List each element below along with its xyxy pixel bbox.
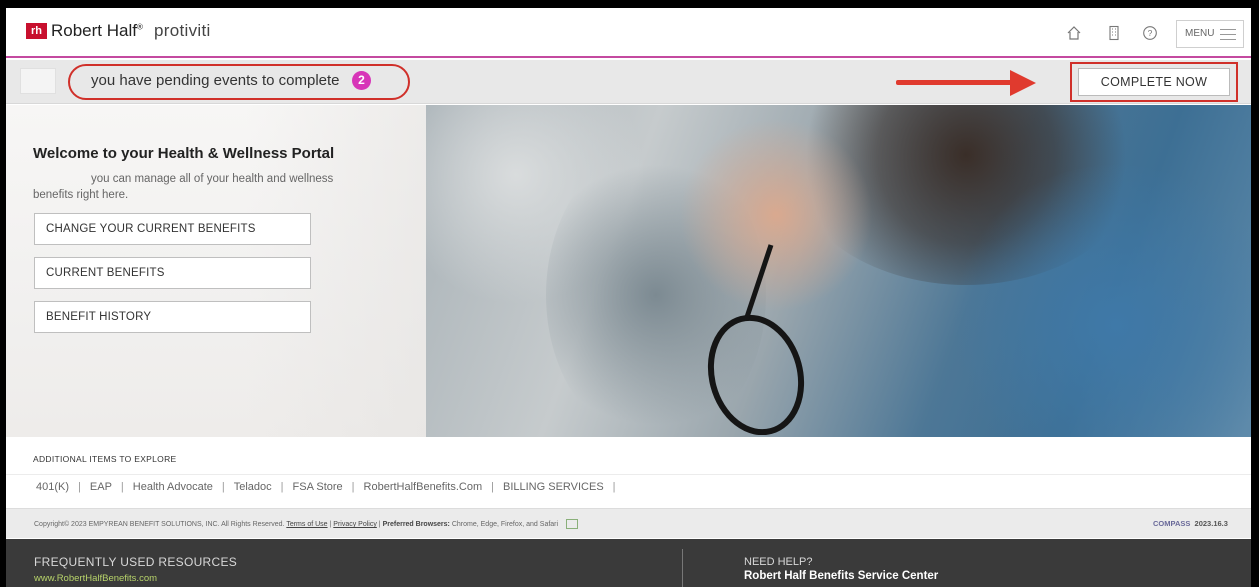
preferred-browsers-label: Preferred Browsers:: [382, 520, 450, 528]
app-frame: rh Robert Half® protiviti ? MENU you hav…: [0, 0, 1259, 587]
link-billing-services[interactable]: BILLING SERVICES: [503, 481, 604, 493]
link-health-advocate[interactable]: Health Advocate: [133, 481, 213, 493]
robert-half-logo-mark[interactable]: rh: [26, 23, 47, 39]
compass-logo: COMPASS: [1153, 519, 1191, 528]
hamburger-icon: [1220, 29, 1236, 40]
service-center-name: Robert Half Benefits Service Center: [744, 570, 939, 582]
copyright-line: Copyright© 2023 EMPYREAN BENEFIT SOLUTIO…: [34, 519, 579, 529]
hero-image: [426, 105, 1251, 437]
brand-robert-half[interactable]: Robert Half®: [51, 21, 143, 41]
pending-events-message: you have pending events to complete: [91, 72, 340, 89]
additional-links: 401(K) | EAP | Health Advocate | Teladoc | FSA S…: [36, 481, 625, 493]
pending-count-badge: 2: [352, 71, 371, 90]
brand-protiviti[interactable]: protiviti: [154, 21, 211, 41]
link-401k[interactable]: 401(K): [36, 481, 69, 493]
additional-items-title: ADDITIONAL ITEMS TO EXPLORE: [33, 454, 177, 464]
link-teladoc[interactable]: Teladoc: [234, 481, 272, 493]
benefit-history-button[interactable]: BENEFIT HISTORY: [34, 301, 311, 333]
footer-divider: [682, 549, 683, 587]
privacy-policy-link[interactable]: Privacy Policy: [333, 521, 377, 528]
current-benefits-button[interactable]: CURRENT BENEFITS: [34, 257, 311, 289]
link-separator: |: [491, 481, 494, 493]
menu-label: MENU: [1185, 28, 1215, 39]
link-eap[interactable]: EAP: [90, 481, 112, 493]
roberthalfbenefits-footer-link[interactable]: www.RobertHalfBenefits.com: [34, 573, 157, 584]
menu-button[interactable]: MENU: [1176, 20, 1244, 48]
link-separator: |: [351, 481, 355, 493]
registered-mark: ®: [136, 22, 143, 32]
complete-now-button[interactable]: COMPLETE NOW: [1078, 68, 1230, 96]
annotation-arrow-shaft: [896, 80, 1014, 85]
annotation-arrow-head: [1010, 70, 1036, 96]
need-help-title: NEED HELP?: [744, 556, 813, 568]
eyeglasses-graphic: [707, 244, 805, 435]
copyright-bar: Copyright© 2023 EMPYREAN BENEFIT SOLUTIO…: [6, 508, 1251, 538]
copyright-text: Copyright© 2023 EMPYREAN BENEFIT SOLUTIO…: [34, 520, 285, 528]
pending-bar-placeholder: [20, 68, 56, 94]
building-icon[interactable]: [1104, 25, 1124, 45]
pending-events-bar: you have pending events to complete 2 CO…: [6, 60, 1251, 104]
link-separator: |: [221, 481, 225, 493]
site-header: rh Robert Half® protiviti ? MENU: [6, 8, 1251, 58]
link-separator: |: [280, 481, 284, 493]
link-separator: |: [120, 481, 124, 493]
link-roberthalfbenefits[interactable]: RobertHalfBenefits.Com: [364, 481, 483, 493]
compass-version: COMPASS 2023.16.3: [1153, 519, 1228, 528]
terms-of-use-link[interactable]: Terms of Use: [286, 521, 327, 528]
preferred-browsers-list: Chrome, Edge, Firefox, and Safari: [451, 520, 559, 528]
svg-text:?: ?: [1148, 28, 1153, 38]
screen-border-right: [1251, 0, 1259, 587]
welcome-panel: Welcome to your Health & Wellness Portal…: [6, 105, 426, 437]
section-divider: [6, 474, 1251, 475]
link-fsa-store[interactable]: FSA Store: [293, 481, 343, 493]
welcome-title: Welcome to your Health & Wellness Portal: [33, 145, 335, 162]
frequently-used-resources-title: FREQUENTLY USED RESOURCES: [34, 555, 238, 569]
version-number: 2023.16.3: [1194, 519, 1228, 528]
screen-border-top: [0, 0, 1259, 8]
site-footer: FREQUENTLY USED RESOURCES www.RobertHalf…: [6, 539, 1251, 587]
link-separator: |: [78, 481, 81, 493]
welcome-subtitle: you can manage all of your health and we…: [33, 173, 334, 201]
additional-items-section: ADDITIONAL ITEMS TO EXPLORE 401(K) | EAP | H…: [6, 437, 1251, 507]
change-current-benefits-button[interactable]: CHANGE YOUR CURRENT BENEFITS: [34, 213, 311, 245]
link-separator: |: [612, 481, 616, 493]
calendar-check-icon[interactable]: [566, 519, 579, 529]
help-icon[interactable]: ?: [1140, 25, 1160, 45]
brand-robert-half-text: Robert Half: [51, 21, 137, 40]
home-icon[interactable]: [1064, 25, 1084, 45]
